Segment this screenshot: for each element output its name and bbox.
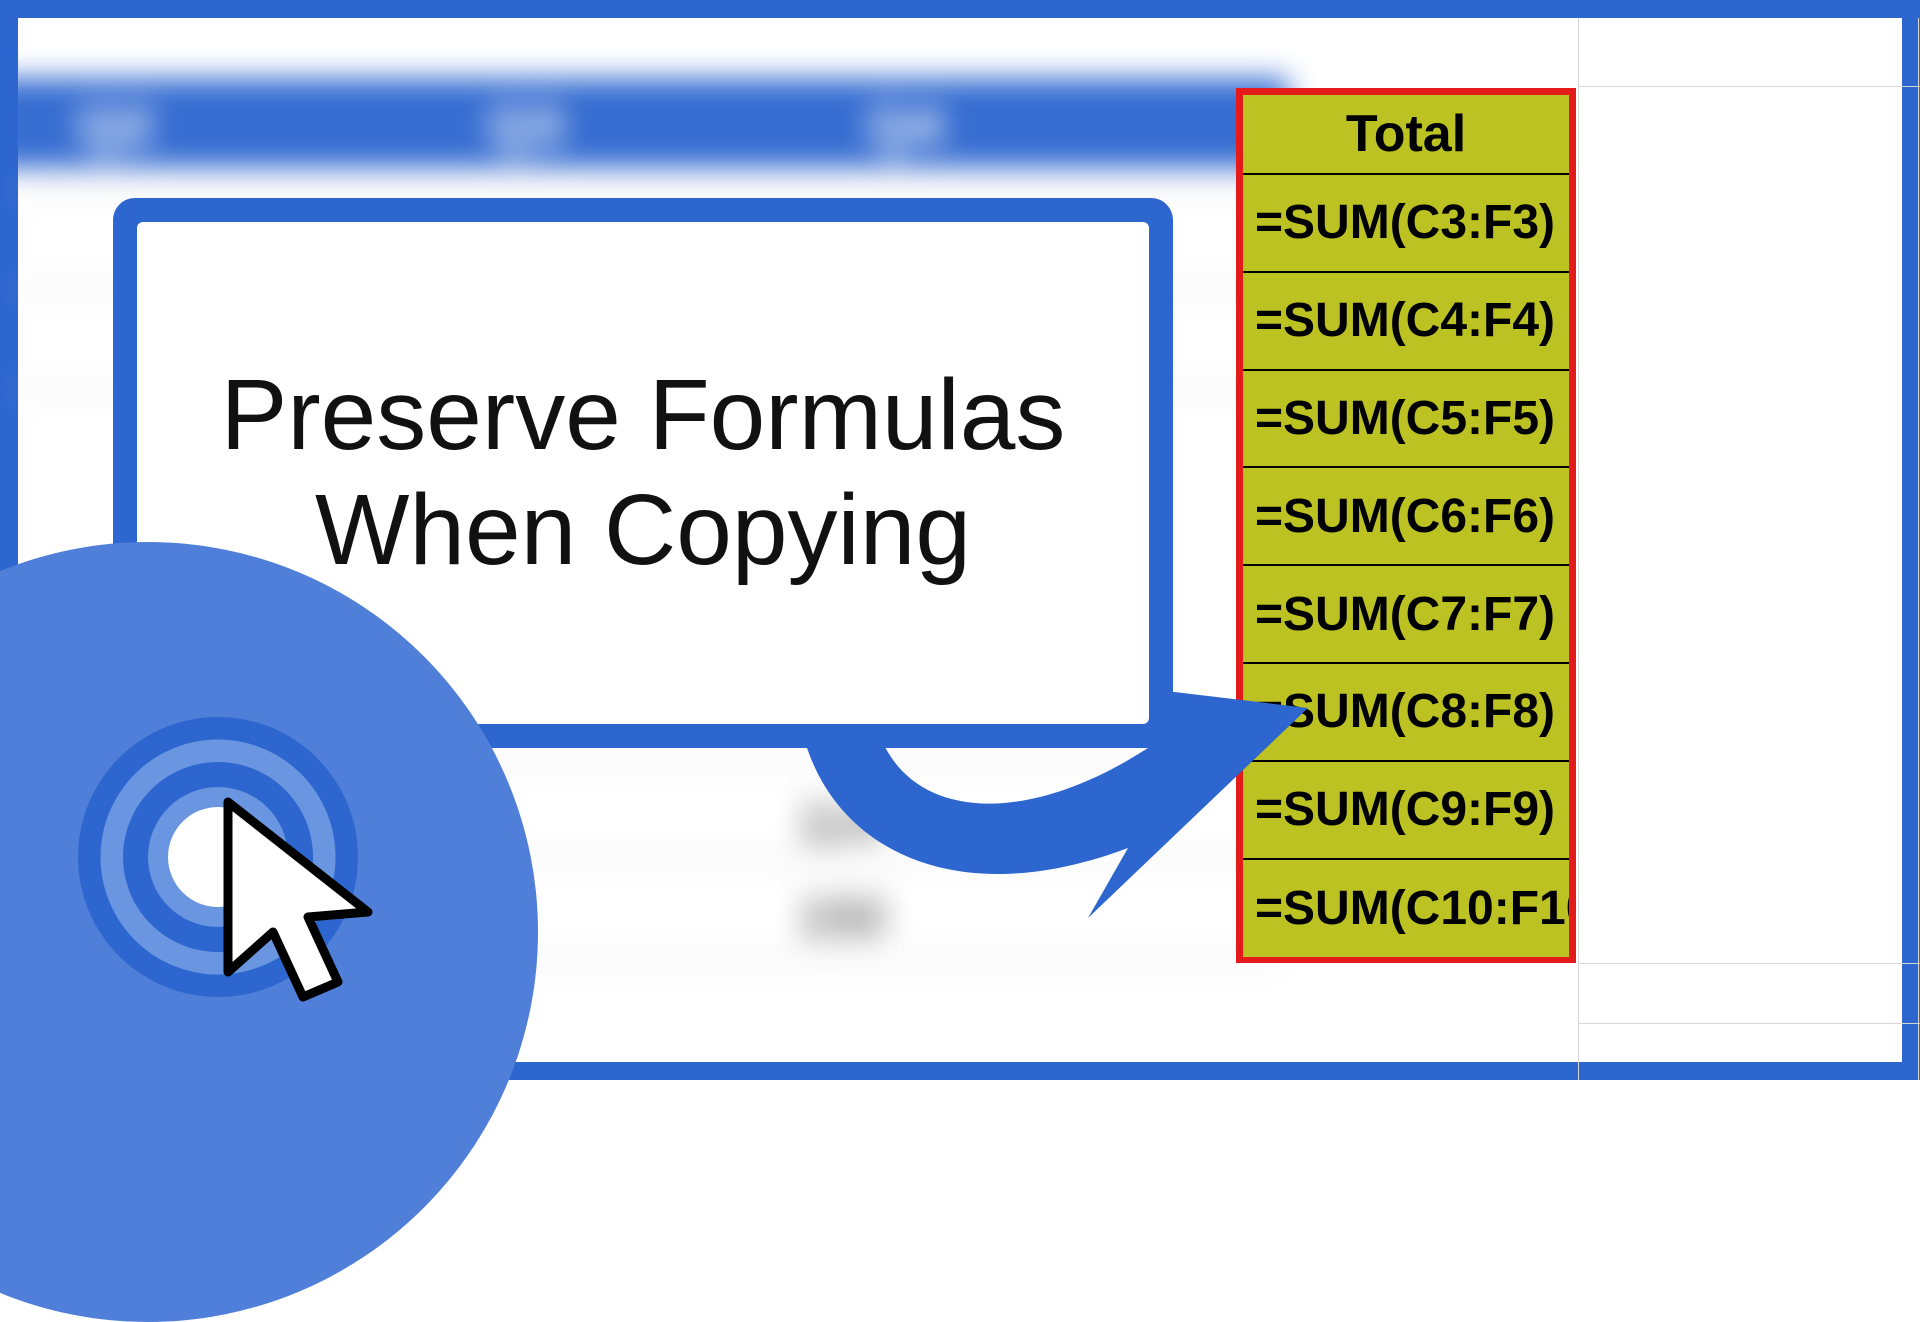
formula-cell: =SUM(C6:F6) [1243, 468, 1569, 566]
click-logo-icon [73, 712, 363, 1002]
formula-cell: =SUM(C4:F4) [1243, 273, 1569, 371]
formula-column-highlighted: Total =SUM(C3:F3) =SUM(C4:F4) =SUM(C5:F5… [1236, 88, 1576, 963]
thumbnail-frame: Q2 Q3 Q4 3841 114 17 150 Total =SUM(C3:F… [0, 0, 1920, 1080]
cursor-icon [198, 792, 398, 1022]
formula-cell: =SUM(C9:F9) [1243, 762, 1569, 860]
spreadsheet-gridlines [1578, 18, 1920, 1080]
title-text: Preserve Formulas When Copying [177, 358, 1109, 588]
formula-cell: =SUM(C3:F3) [1243, 175, 1569, 273]
formula-cell: =SUM(C8:F8) [1243, 664, 1569, 762]
formula-cell: =SUM(C5:F5) [1243, 371, 1569, 469]
formula-cell: =SUM(C7:F7) [1243, 566, 1569, 664]
formula-cell: =SUM(C10:F10) [1243, 860, 1569, 958]
formula-column-header: Total [1243, 95, 1569, 175]
